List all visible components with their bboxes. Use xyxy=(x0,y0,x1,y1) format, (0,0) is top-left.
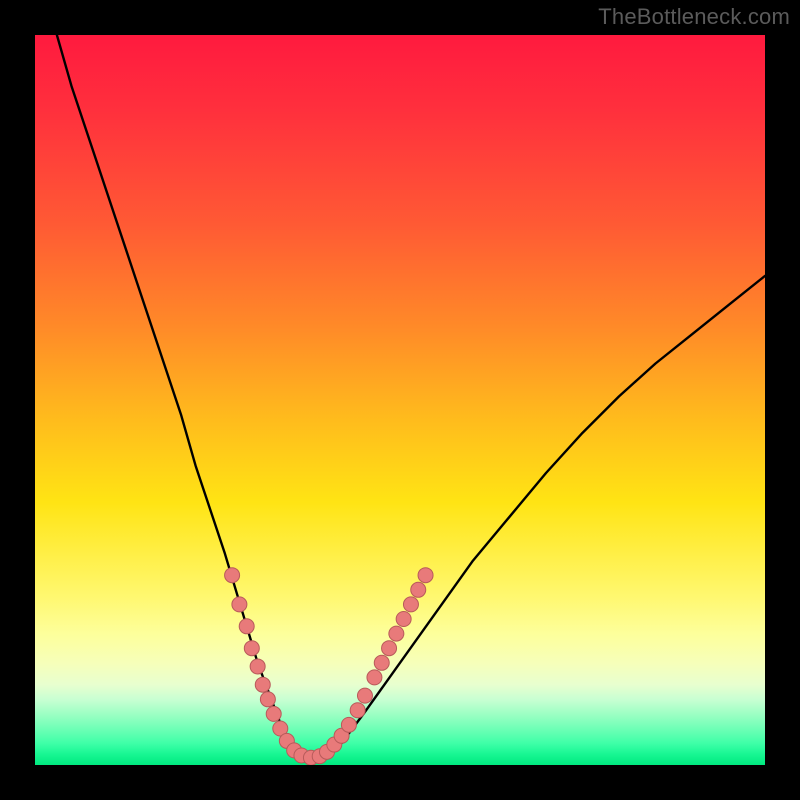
marker-dot xyxy=(244,641,259,656)
marker-dot xyxy=(266,706,281,721)
marker-dot xyxy=(255,677,270,692)
highlight-dots xyxy=(225,568,433,765)
marker-dot xyxy=(250,659,265,674)
bottleneck-curve xyxy=(57,35,765,758)
marker-dot xyxy=(260,692,275,707)
marker-dot xyxy=(350,703,365,718)
watermark-text: TheBottleneck.com xyxy=(598,4,790,30)
marker-dot xyxy=(225,568,240,583)
marker-dot xyxy=(403,597,418,612)
marker-dot xyxy=(341,717,356,732)
marker-dot xyxy=(367,670,382,685)
marker-dot xyxy=(382,641,397,656)
outer-frame: TheBottleneck.com xyxy=(0,0,800,800)
marker-dot xyxy=(239,619,254,634)
chart-svg xyxy=(35,35,765,765)
marker-dot xyxy=(357,688,372,703)
plot-area xyxy=(35,35,765,765)
marker-dot xyxy=(396,612,411,627)
marker-dot xyxy=(411,582,426,597)
marker-dot xyxy=(374,655,389,670)
marker-dot xyxy=(389,626,404,641)
marker-dot xyxy=(232,597,247,612)
marker-dot xyxy=(418,568,433,583)
